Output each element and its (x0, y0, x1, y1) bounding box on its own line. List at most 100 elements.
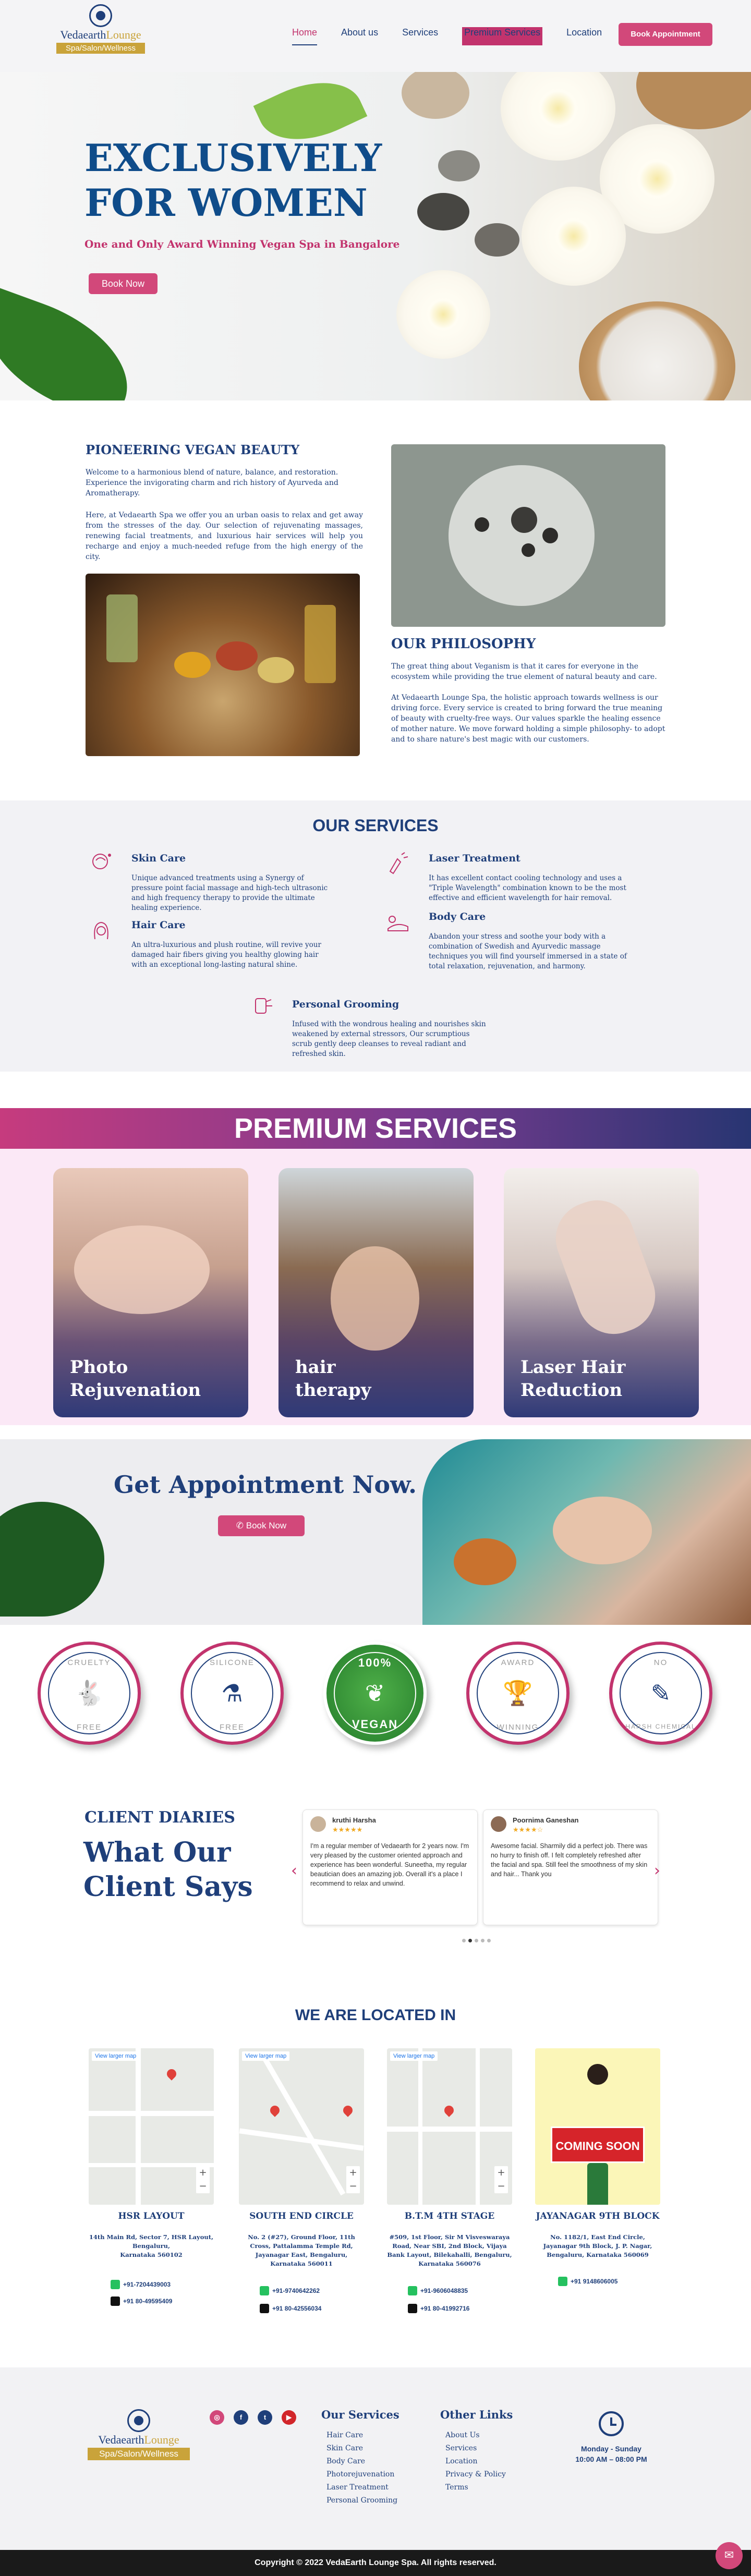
footer-link[interactable]: About Us (445, 2429, 506, 2442)
client-face (74, 1225, 210, 1314)
phone-icon (260, 2304, 269, 2313)
brand-logo[interactable]: VedaearthLounge Spa/Salon/Wellness (56, 4, 145, 54)
footer-link[interactable]: Personal Grooming (326, 2494, 397, 2507)
service-title-laser-treatment[interactable]: Laser Treatment (429, 853, 520, 864)
laser-icon (389, 852, 408, 874)
footer-link[interactable]: Hair Care (326, 2429, 397, 2442)
service-title-personal-grooming[interactable]: Personal Grooming (292, 999, 399, 1010)
carousel-dot[interactable] (462, 1939, 466, 1942)
hero-book-now-button[interactable]: Book Now (89, 273, 158, 294)
footer-link[interactable]: Laser Treatment (326, 2481, 397, 2494)
star-rating: ★★★★★ (332, 1826, 363, 1833)
map-zoom-controls[interactable]: + − (346, 2166, 360, 2193)
premium-card-label: hair therapy (295, 1357, 371, 1401)
footer-link[interactable]: Location (445, 2455, 506, 2468)
premium-card-photo-rejuvenation[interactable]: Photo Rejuvenation (53, 1168, 248, 1417)
map-hsr-layout[interactable]: View larger map + − (89, 2048, 214, 2205)
twitter-icon[interactable]: t (258, 2410, 272, 2425)
nav-home[interactable]: Home (292, 27, 318, 45)
whatsapp-icon (111, 2280, 120, 2289)
view-larger-map-link[interactable]: View larger map (92, 2051, 140, 2061)
badge-top-text: AWARD (501, 1658, 535, 1667)
service-title-skin-care[interactable]: Skin Care (131, 853, 186, 864)
carousel-dot[interactable] (481, 1939, 484, 1942)
whatsapp-number[interactable]: +91-7204439003 (111, 2280, 171, 2289)
client-leg (546, 1190, 665, 1344)
salt-bowl (579, 301, 735, 400)
badge-100-vegan: 100% ❦ VEGAN (323, 1642, 427, 1745)
badge-bottom-text: FREE (219, 1723, 245, 1732)
badge-bottom-text: HARSH CHEMICAL (625, 1723, 696, 1730)
map-zoom-controls[interactable]: + − (196, 2166, 210, 2193)
business-hours: Monday - Sunday 10:00 AM – 08:00 PM (575, 2445, 647, 2463)
instagram-icon[interactable]: ◎ (210, 2410, 224, 2425)
badge-bottom-text: FREE (76, 1723, 102, 1732)
orchid-flower (501, 72, 615, 161)
whatsapp-icon (260, 2286, 269, 2295)
whatsapp-number[interactable]: +91-9606048835 (408, 2286, 468, 2295)
view-larger-map-link[interactable]: View larger map (242, 2051, 290, 2061)
client-diaries-kicker: CLIENT DIARIES (84, 1808, 235, 1827)
premium-card-laser-hair-reduction[interactable]: Laser Hair Reduction (504, 1168, 699, 1417)
carousel-next-arrow[interactable]: › (654, 1862, 660, 1880)
facebook-icon[interactable]: f (234, 2410, 248, 2425)
dropper-icon: ✎ (650, 1679, 671, 1707)
brand-tagline: Spa/Salon/Wellness (88, 2448, 190, 2460)
phone-number[interactable]: +91 80-49595409 (111, 2296, 172, 2306)
nav-about[interactable]: About us (341, 27, 378, 45)
locations-heading: WE ARE LOCATED IN (295, 2007, 456, 2024)
footer-link[interactable]: Body Care (326, 2455, 397, 2468)
appointment-book-now-button[interactable]: ✆ Book Now (218, 1515, 305, 1536)
map-zoom-controls[interactable]: + − (494, 2166, 508, 2193)
services-heading: OUR SERVICES (312, 816, 439, 835)
carousel-dot[interactable] (487, 1939, 491, 1942)
hair-icon (94, 921, 108, 940)
map-pin-icon (442, 2104, 456, 2117)
flask-icon: ⚗ (221, 1679, 243, 1707)
service-title-hair-care[interactable]: Hair Care (131, 919, 186, 931)
view-larger-map-link[interactable]: View larger map (390, 2051, 438, 2061)
carousel-dot[interactable] (475, 1939, 478, 1942)
badge-cruelty-free: CRUELTY 🐇 FREE (38, 1642, 141, 1745)
star-rating: ★★★★☆ (513, 1826, 543, 1833)
phone-icon (408, 2304, 417, 2313)
spa-stones-photo (391, 444, 665, 627)
nav-services[interactable]: Services (402, 27, 438, 45)
phone-icon (111, 2296, 120, 2306)
footer-link[interactable]: Skin Care (326, 2442, 397, 2455)
badge-top-text: SILICONE (209, 1658, 255, 1667)
location-name: JAYANAGAR 9TH BLOCK (536, 2211, 660, 2221)
hero-subtitle: One and Only Award Winning Vegan Spa in … (84, 238, 400, 250)
whatsapp-icon (408, 2286, 417, 2295)
face-icon (92, 854, 111, 869)
whatsapp-number[interactable]: +91-9740642262 (260, 2286, 320, 2295)
phone-number[interactable]: +91 80-42556034 (260, 2304, 321, 2313)
map-south-end-circle[interactable]: View larger map + − (239, 2048, 364, 2205)
carousel-dot[interactable] (468, 1939, 472, 1942)
mandala-icon (89, 4, 112, 27)
service-title-body-care[interactable]: Body Care (429, 911, 486, 922)
carousel-prev-arrow[interactable]: ‹ (291, 1862, 297, 1880)
book-appointment-button[interactable]: Book Appointment (619, 23, 712, 46)
whatsapp-icon: ✆ (236, 1521, 246, 1530)
nav-premium-services[interactable]: Premium Services (462, 27, 543, 45)
service-desc-body-care: Abandon your stress and soothe your body… (429, 932, 627, 970)
badge-bottom-text: VEGAN (352, 1718, 398, 1731)
location-address: #509, 1st Floor, Sir M Visveswaraya Road,… (387, 2233, 512, 2267)
footer-link[interactable]: Photorejuvenation (326, 2468, 397, 2481)
whatsapp-number[interactable]: +91 9148606005 (558, 2277, 617, 2286)
spa-stone (417, 193, 469, 230)
phone-number[interactable]: +91 80-41992716 (408, 2304, 469, 2313)
nav-location[interactable]: Location (566, 27, 602, 45)
map-btm-4th-stage[interactable]: View larger map + − (387, 2048, 512, 2205)
coming-soon-sign: COMING SOON (551, 2127, 645, 2163)
footer-link[interactable]: Terms (445, 2481, 506, 2494)
footer-link[interactable]: Privacy & Policy (445, 2468, 506, 2481)
chat-icon[interactable]: ✉ (716, 2542, 743, 2569)
premium-card-hair-therapy[interactable]: hair therapy (278, 1168, 474, 1417)
footer-logo[interactable]: VedaearthLounge Spa/Salon/Wellness (88, 2409, 190, 2460)
footer-link[interactable]: Services (445, 2442, 506, 2455)
location-name: HSR LAYOUT (118, 2211, 185, 2221)
youtube-icon[interactable]: ▶ (282, 2410, 296, 2425)
philosophy-para-1: The great thing about Veganism is that i… (391, 662, 657, 681)
